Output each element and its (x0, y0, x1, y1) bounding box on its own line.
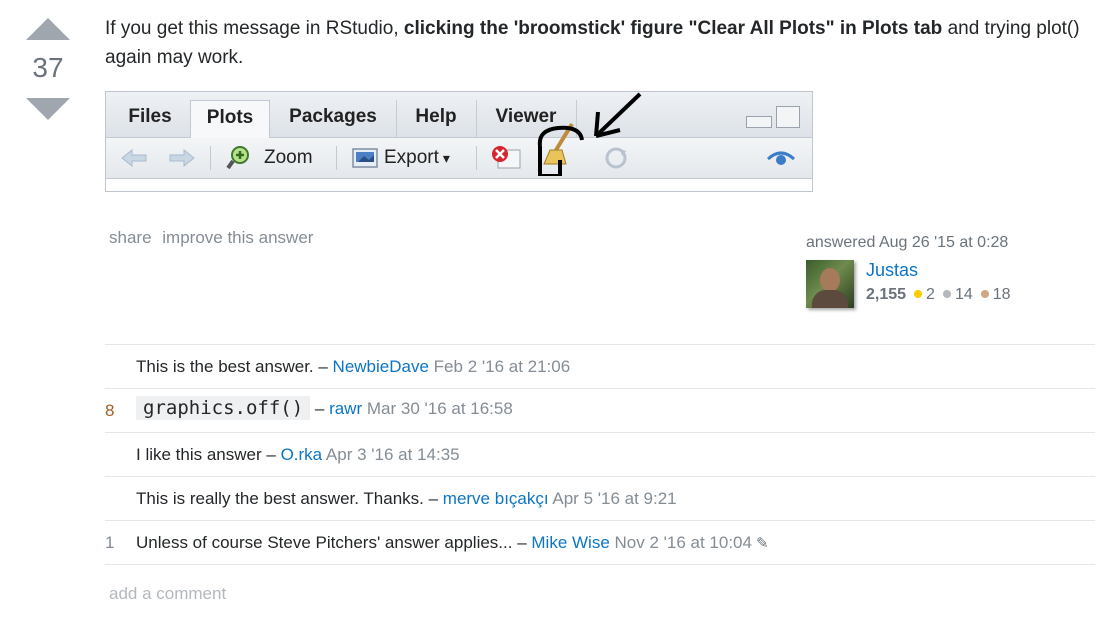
comment-text: I like this answer – (136, 445, 281, 464)
user-card: answered Aug 26 '15 at 0:28 Justas 2,155… (806, 234, 1066, 310)
comment-user-link[interactable]: Mike Wise (531, 533, 609, 552)
comment-text: This is really the best answer. Thanks. … (136, 489, 443, 508)
user-name-link[interactable]: Justas (866, 260, 918, 281)
rstudio-tab-files: Files (110, 100, 191, 137)
comment-user-link[interactable]: rawr (329, 399, 362, 418)
export-caret-icon: ▾ (442, 149, 450, 166)
silver-badge-count: 14 (954, 286, 973, 303)
rstudio-tab-bar: Files Plots Packages Help Viewer (106, 92, 812, 138)
answered-timestamp: answered Aug 26 '15 at 0:28 (806, 234, 1009, 251)
rstudio-tab-help: Help (396, 100, 477, 137)
rstudio-screenshot: Files Plots Packages Help Viewer Zoom Ex… (105, 91, 813, 192)
zoom-tool: Zoom (226, 138, 313, 178)
comment-score: 8 (105, 401, 115, 420)
toolbar-separator (336, 146, 337, 170)
post-menu: share improve this answer (109, 228, 319, 248)
comment-user-link[interactable]: merve bıçakçı (443, 489, 549, 508)
comment-row: 8 graphics.off() – rawr Mar 30 '16 at 16… (105, 389, 1095, 433)
comment-row: This is the best answer. – NewbieDave Fe… (105, 345, 1095, 389)
rstudio-toolbar: Zoom Export ▾ (106, 122, 812, 178)
export-image-icon (352, 148, 378, 168)
bronze-badge-count: 18 (992, 286, 1011, 303)
vote-count: 37 (32, 52, 64, 83)
maximize-icon (776, 106, 800, 128)
reputation-score: 2,155 (866, 286, 907, 303)
pencil-edit-icon[interactable]: ✎ (756, 535, 769, 552)
silver-badge-icon (942, 290, 951, 299)
magnifier-zoom-icon (226, 146, 249, 170)
rstudio-tab-packages: Packages (270, 100, 397, 137)
export-label: Export (384, 147, 439, 168)
rstudio-plot-area (106, 178, 812, 191)
rstudio-window-buttons (746, 106, 800, 128)
gold-badge-icon (914, 290, 923, 299)
comment-text: Unless of course Steve Pitchers' answer … (136, 533, 532, 552)
comment-row: This is really the best answer. Thanks. … (105, 477, 1095, 521)
comment-text: – (310, 399, 330, 418)
answer-text-intro: If you get this message in RStudio, (105, 18, 404, 39)
annotation-arrow-icon (594, 92, 642, 138)
remove-plot-icon (490, 138, 524, 178)
avatar[interactable] (806, 260, 854, 308)
minimize-icon (746, 116, 772, 128)
zoom-label: Zoom (264, 147, 313, 168)
comment-user-link[interactable]: NewbieDave (333, 357, 429, 376)
comment-date[interactable]: Apr 5 '16 at 9:21 (552, 489, 676, 508)
rstudio-tab-plots: Plots (190, 100, 270, 138)
comment-score: 1 (105, 533, 115, 552)
toolbar-separator (476, 146, 477, 170)
vote-cell: 37 (26, 18, 70, 120)
comment-user-link[interactable]: O.rka (281, 445, 323, 464)
gold-badge-count: 2 (926, 286, 935, 303)
comment-text: This is the best answer. – (136, 357, 333, 376)
upvote-arrow-icon[interactable] (26, 18, 70, 40)
comment-date[interactable]: Nov 2 '16 at 10:04 (615, 533, 752, 552)
comment-date[interactable]: Apr 3 '16 at 14:35 (326, 445, 460, 464)
share-link[interactable]: share (109, 228, 152, 247)
comment-code: graphics.off() (136, 396, 311, 420)
publish-icon (766, 138, 796, 178)
comments-list: This is the best answer. – NewbieDave Fe… (105, 344, 1095, 565)
export-tool: Export ▾ (350, 138, 450, 178)
add-comment-link[interactable]: add a comment (109, 584, 226, 604)
back-arrow-icon (120, 138, 148, 178)
comment-row: I like this answer – O.rka Apr 3 '16 at … (105, 433, 1095, 477)
comment-row: 1 Unless of course Steve Pitchers' answe… (105, 521, 1095, 565)
answer-text-bold: clicking the 'broomstick' figure "Clear … (403, 18, 943, 39)
reputation-line: 2,155 2 14 18 (866, 286, 1011, 304)
downvote-arrow-icon[interactable] (26, 98, 70, 120)
toolbar-separator (210, 146, 211, 170)
bronze-badge-icon (980, 290, 989, 299)
comment-date[interactable]: Feb 2 '16 at 21:06 (434, 357, 571, 376)
answer-body: If you get this message in RStudio, clic… (105, 14, 1095, 72)
forward-arrow-icon (168, 138, 196, 178)
comment-date[interactable]: Mar 30 '16 at 16:58 (367, 399, 513, 418)
improve-answer-link[interactable]: improve this answer (162, 228, 313, 247)
